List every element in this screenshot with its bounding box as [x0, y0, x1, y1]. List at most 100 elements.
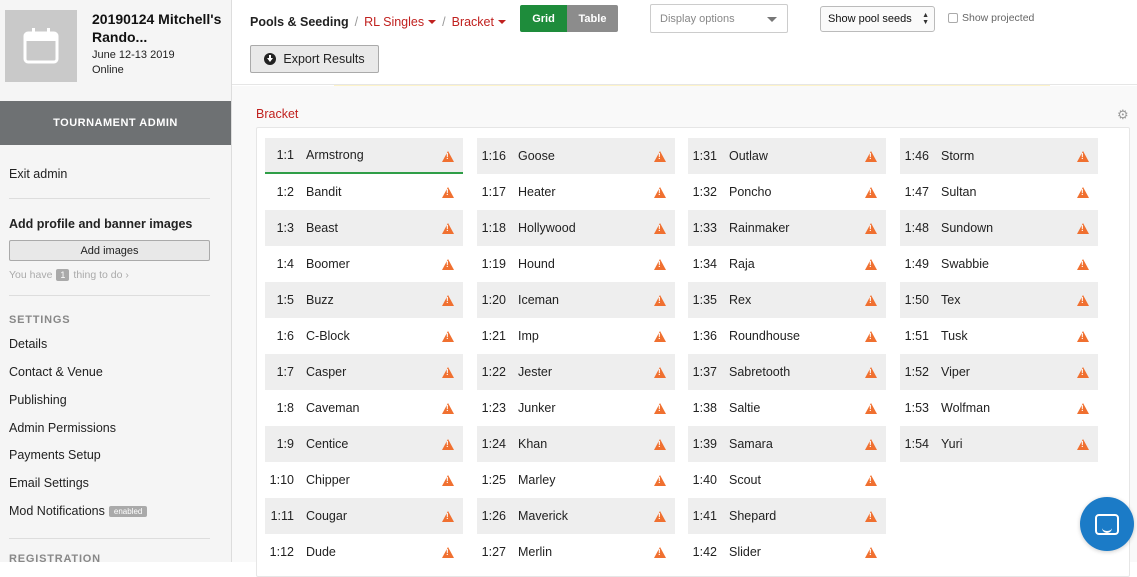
- seed-row[interactable]: 1:20 Iceman: [477, 282, 675, 318]
- seed-row[interactable]: 1:36 Roundhouse: [688, 318, 886, 354]
- warning-icon[interactable]: [865, 475, 877, 486]
- seed-row[interactable]: 1:27 Merlin: [477, 534, 675, 570]
- table-view-button[interactable]: Table: [567, 5, 618, 32]
- seed-row[interactable]: 1:26 Maverick: [477, 498, 675, 534]
- breadcrumb-event-dropdown[interactable]: RL Singles: [364, 15, 437, 29]
- show-projected-toggle[interactable]: Show projected: [948, 12, 1034, 24]
- warning-icon[interactable]: [865, 367, 877, 378]
- warning-icon[interactable]: [654, 403, 666, 414]
- warning-icon[interactable]: [1077, 151, 1089, 162]
- breadcrumb-root[interactable]: Pools & Seeding: [250, 15, 349, 29]
- settings-item-email-settings[interactable]: Email Settings: [9, 476, 89, 490]
- warning-icon[interactable]: [865, 547, 877, 558]
- seed-row[interactable]: 1:50 Tex: [900, 282, 1098, 318]
- seed-row[interactable]: 1:53 Wolfman: [900, 390, 1098, 426]
- gear-icon[interactable]: ⚙: [1117, 108, 1129, 121]
- warning-icon[interactable]: [442, 295, 454, 306]
- settings-item-publishing[interactable]: Publishing: [9, 393, 67, 407]
- seed-row[interactable]: 1:33 Rainmaker: [688, 210, 886, 246]
- warning-icon[interactable]: [654, 439, 666, 450]
- warning-icon[interactable]: [654, 151, 666, 162]
- grid-view-button[interactable]: Grid: [520, 5, 567, 32]
- seed-row[interactable]: 1:19 Hound: [477, 246, 675, 282]
- seed-row[interactable]: 1:12 Dude: [265, 534, 463, 570]
- seed-row[interactable]: 1:25 Marley: [477, 462, 675, 498]
- seed-row[interactable]: 1:47 Sultan: [900, 174, 1098, 210]
- warning-icon[interactable]: [654, 511, 666, 522]
- seed-row[interactable]: 1:9 Centice: [265, 426, 463, 462]
- seed-row[interactable]: 1:2 Bandit: [265, 174, 463, 210]
- warning-icon[interactable]: [442, 151, 454, 162]
- exit-admin-link[interactable]: Exit admin: [9, 167, 67, 181]
- seed-row[interactable]: 1:41 Shepard: [688, 498, 886, 534]
- chat-launcher-button[interactable]: [1080, 497, 1134, 551]
- tournament-name[interactable]: 20190124 Mitchell's Rando...: [92, 10, 231, 46]
- warning-icon[interactable]: [865, 151, 877, 162]
- warning-icon[interactable]: [865, 223, 877, 234]
- warning-icon[interactable]: [865, 187, 877, 198]
- warning-icon[interactable]: [865, 259, 877, 270]
- warning-icon[interactable]: [1077, 403, 1089, 414]
- warning-icon[interactable]: [654, 331, 666, 342]
- seed-row[interactable]: 1:17 Heater: [477, 174, 675, 210]
- export-results-button[interactable]: Export Results: [250, 45, 379, 73]
- warning-icon[interactable]: [1077, 259, 1089, 270]
- seed-row[interactable]: 1:40 Scout: [688, 462, 886, 498]
- seed-row[interactable]: 1:37 Sabretooth: [688, 354, 886, 390]
- seed-row[interactable]: 1:8 Caveman: [265, 390, 463, 426]
- warning-icon[interactable]: [1077, 439, 1089, 450]
- warning-icon[interactable]: [1077, 331, 1089, 342]
- seed-row[interactable]: 1:42 Slider: [688, 534, 886, 570]
- seed-row[interactable]: 1:5 Buzz: [265, 282, 463, 318]
- warning-icon[interactable]: [442, 547, 454, 558]
- seed-row[interactable]: 1:35 Rex: [688, 282, 886, 318]
- warning-icon[interactable]: [865, 331, 877, 342]
- seed-row[interactable]: 1:4 Boomer: [265, 246, 463, 282]
- display-options-dropdown[interactable]: Display options: [650, 4, 788, 33]
- warning-icon[interactable]: [654, 547, 666, 558]
- seed-row[interactable]: 1:24 Khan: [477, 426, 675, 462]
- warning-icon[interactable]: [442, 475, 454, 486]
- warning-icon[interactable]: [442, 223, 454, 234]
- seed-row[interactable]: 1:21 Imp: [477, 318, 675, 354]
- warning-icon[interactable]: [442, 403, 454, 414]
- seed-row[interactable]: 1:48 Sundown: [900, 210, 1098, 246]
- seed-row[interactable]: 1:16 Goose: [477, 138, 675, 174]
- warning-icon[interactable]: [654, 295, 666, 306]
- settings-item-mod-notifications[interactable]: Mod Notifications enabled: [9, 504, 148, 518]
- breadcrumb-phase-dropdown[interactable]: Bracket: [452, 15, 506, 29]
- seed-row[interactable]: 1:32 Poncho: [688, 174, 886, 210]
- seed-row[interactable]: 1:54 Yuri: [900, 426, 1098, 462]
- warning-icon[interactable]: [654, 187, 666, 198]
- warning-icon[interactable]: [865, 439, 877, 450]
- tournament-image[interactable]: [5, 10, 77, 82]
- seed-row[interactable]: 1:3 Beast: [265, 210, 463, 246]
- todo-link[interactable]: You have 1 thing to do ›: [9, 269, 129, 281]
- seed-row[interactable]: 1:46 Storm: [900, 138, 1098, 174]
- warning-icon[interactable]: [442, 439, 454, 450]
- seed-row[interactable]: 1:18 Hollywood: [477, 210, 675, 246]
- seed-display-select[interactable]: Show pool seeds ▲ ▼: [820, 6, 935, 32]
- warning-icon[interactable]: [1077, 295, 1089, 306]
- seed-row[interactable]: 1:34 Raja: [688, 246, 886, 282]
- seed-row[interactable]: 1:49 Swabbie: [900, 246, 1098, 282]
- warning-icon[interactable]: [865, 403, 877, 414]
- settings-item-payments-setup[interactable]: Payments Setup: [9, 448, 101, 462]
- seed-row[interactable]: 1:51 Tusk: [900, 318, 1098, 354]
- warning-icon[interactable]: [865, 511, 877, 522]
- warning-icon[interactable]: [442, 367, 454, 378]
- warning-icon[interactable]: [654, 259, 666, 270]
- seed-row[interactable]: 1:6 C-Block: [265, 318, 463, 354]
- warning-icon[interactable]: [865, 295, 877, 306]
- seed-row[interactable]: 1:11 Cougar: [265, 498, 463, 534]
- seed-row[interactable]: 1:23 Junker: [477, 390, 675, 426]
- seed-row[interactable]: 1:52 Viper: [900, 354, 1098, 390]
- settings-item-contact-venue[interactable]: Contact & Venue: [9, 365, 103, 379]
- warning-icon[interactable]: [1077, 223, 1089, 234]
- warning-icon[interactable]: [1077, 367, 1089, 378]
- warning-icon[interactable]: [442, 187, 454, 198]
- seed-row[interactable]: 1:38 Saltie: [688, 390, 886, 426]
- warning-icon[interactable]: [442, 511, 454, 522]
- warning-icon[interactable]: [442, 331, 454, 342]
- warning-icon[interactable]: [654, 367, 666, 378]
